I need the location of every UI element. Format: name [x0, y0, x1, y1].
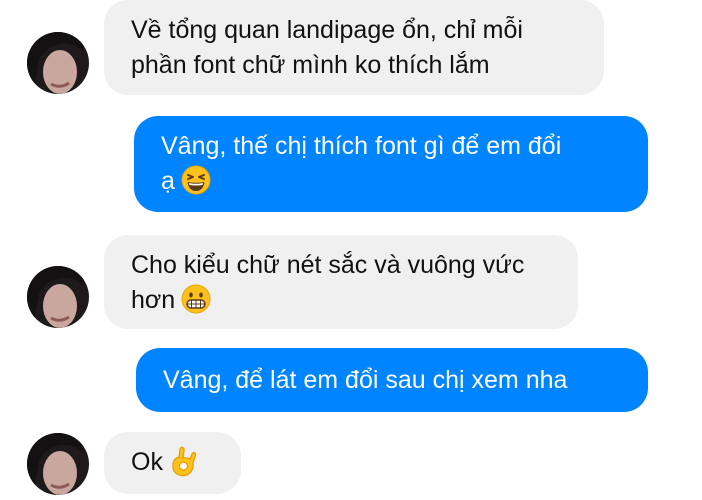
- message-text-line: phần font chữ mình ko thích lắm: [131, 51, 490, 79]
- message-text-line: ạ: [161, 167, 175, 195]
- message-text-line: Vâng, thế chị thích font gì để em đổi: [161, 132, 562, 160]
- message-text-line: Vâng, để lát em đổi sau chị xem nha: [163, 366, 568, 394]
- message-bubble-outgoing[interactable]: Vâng, để lát em đổi sau chị xem nha: [136, 348, 648, 412]
- message-bubble-incoming[interactable]: Ok: [104, 432, 241, 494]
- message-bubble-outgoing[interactable]: Vâng, thế chị thích font gì để em đổi ạ: [134, 116, 648, 212]
- contact-avatar[interactable]: [27, 433, 89, 495]
- message-bubble-incoming[interactable]: Về tổng quan landipage ổn, chỉ mỗi phần …: [104, 0, 604, 95]
- message-bubble-incoming[interactable]: Cho kiểu chữ nét sắc và vuông vức hơn: [104, 235, 578, 329]
- message-text-line: hơn: [131, 286, 176, 314]
- message-text-line: Cho kiểu chữ nét sắc và vuông vức: [131, 251, 525, 279]
- contact-avatar[interactable]: [27, 32, 89, 94]
- contact-avatar[interactable]: [27, 266, 89, 328]
- grinning-squinting-face-icon: [181, 165, 211, 195]
- grimacing-face-icon: [181, 284, 211, 314]
- message-text-line: Ok: [131, 448, 163, 476]
- ok-hand-icon: [169, 445, 197, 477]
- message-text-line: Về tổng quan landipage ổn, chỉ mỗi: [131, 16, 523, 44]
